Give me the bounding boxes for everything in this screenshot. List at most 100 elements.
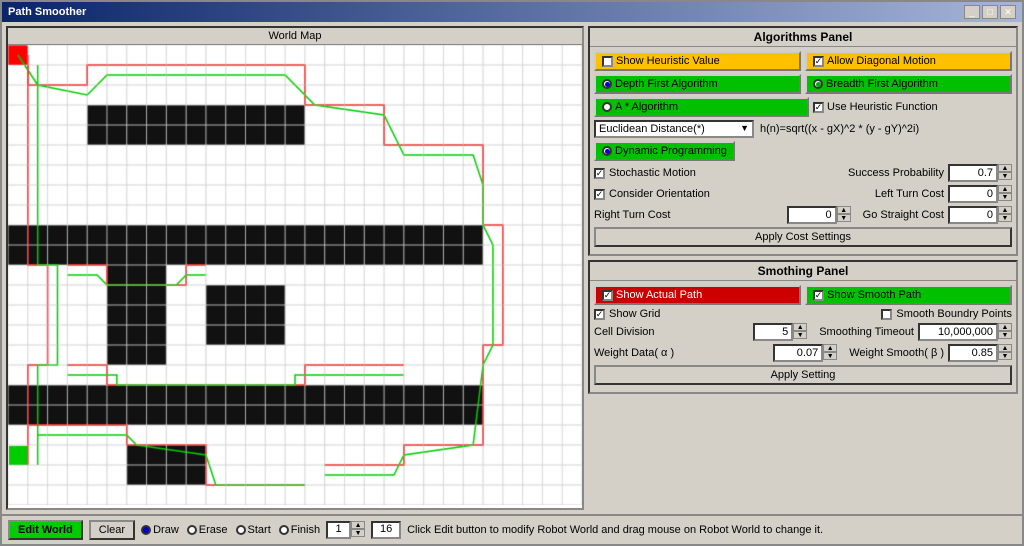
- success-probability-up[interactable]: ▲: [998, 164, 1012, 172]
- breadth-first-btn[interactable]: Breadth First Algorithm: [805, 74, 1012, 94]
- right-turn-cost-input-group: 0 ▲ ▼: [787, 206, 851, 224]
- show-smooth-path-label: Show Smooth Path: [827, 289, 921, 301]
- smoothing-timeout-spinner: ▲ ▼: [998, 323, 1012, 341]
- cell-division-up[interactable]: ▲: [793, 323, 807, 331]
- weight-data-input[interactable]: 0.07: [773, 344, 823, 362]
- draw-radio[interactable]: [141, 525, 151, 535]
- a-star-radio[interactable]: [602, 102, 612, 112]
- erase-radio-item[interactable]: Erase: [187, 524, 228, 536]
- depth-first-radio[interactable]: [602, 79, 612, 89]
- right-turn-cost-input[interactable]: 0: [787, 206, 837, 224]
- smoothing-timeout-input-group: 10,000,000 ▲ ▼: [918, 323, 1012, 341]
- algo-row-5: Dynamic Programming: [594, 141, 1012, 161]
- success-probability-input[interactable]: 0.7: [948, 164, 998, 182]
- cell-division-label: Cell Division: [594, 326, 749, 338]
- weight-data-spinner: ▲ ▼: [823, 344, 837, 362]
- weight-smooth-up[interactable]: ▲: [998, 344, 1012, 352]
- counter-up[interactable]: ▲: [351, 521, 365, 529]
- depth-first-label: Depth First Algorithm: [615, 78, 718, 90]
- show-actual-path-checkbox[interactable]: [602, 290, 613, 301]
- minimize-button[interactable]: _: [964, 5, 980, 19]
- erase-radio[interactable]: [187, 525, 197, 535]
- smoothing-timeout-down[interactable]: ▼: [998, 331, 1012, 339]
- counter-input-group: 1 ▲ ▼: [326, 521, 365, 539]
- smooth-row-apply: Apply Setting: [594, 365, 1012, 385]
- consider-orientation-label: Consider Orientation: [609, 188, 871, 200]
- weight-data-down[interactable]: ▼: [823, 352, 837, 360]
- weight-smooth-spinner: ▲ ▼: [998, 344, 1012, 362]
- cell-division-spinner: ▲ ▼: [793, 323, 807, 341]
- world-map-title: World Map: [8, 28, 582, 45]
- weight-data-up[interactable]: ▲: [823, 344, 837, 352]
- algo-row-3: A * Algorithm Use Heuristic Function: [594, 97, 1012, 117]
- left-turn-cost-down[interactable]: ▼: [998, 193, 1012, 201]
- clear-button[interactable]: Clear: [89, 520, 135, 540]
- depth-first-btn[interactable]: Depth First Algorithm: [594, 74, 801, 94]
- left-turn-cost-label: Left Turn Cost: [875, 188, 944, 200]
- show-smooth-path-checkbox[interactable]: [813, 290, 824, 301]
- finish-radio[interactable]: [279, 525, 289, 535]
- counter-input[interactable]: 1: [326, 521, 351, 539]
- stochastic-motion-checkbox[interactable]: [594, 168, 605, 179]
- apply-setting-button[interactable]: Apply Setting: [594, 365, 1012, 385]
- show-heuristic-label: Show Heuristic Value: [616, 55, 720, 67]
- cell-division-input[interactable]: 5: [753, 323, 793, 341]
- main-content: World Map Algorithms Panel Show Heuristi…: [2, 22, 1022, 514]
- erase-label: Erase: [199, 524, 228, 536]
- breadth-first-radio[interactable]: [813, 79, 823, 89]
- edit-world-button[interactable]: Edit World: [8, 520, 83, 540]
- algo-row-7: Consider Orientation Left Turn Cost 0 ▲ …: [594, 185, 1012, 203]
- allow-diagonal-label: Allow Diagonal Motion: [827, 55, 936, 67]
- algo-row-apply: Apply Cost Settings: [594, 227, 1012, 247]
- allow-diagonal-checkbox[interactable]: [813, 56, 824, 67]
- distance-dropdown[interactable]: Euclidean Distance(*) ▼: [594, 120, 754, 138]
- show-smooth-path-btn[interactable]: Show Smooth Path: [805, 285, 1012, 305]
- algo-row-1: Show Heuristic Value Allow Diagonal Moti…: [594, 51, 1012, 71]
- apply-cost-settings-button[interactable]: Apply Cost Settings: [594, 227, 1012, 247]
- show-heuristic-btn[interactable]: Show Heuristic Value: [594, 51, 801, 71]
- go-straight-up[interactable]: ▲: [998, 206, 1012, 214]
- counter-down[interactable]: ▼: [351, 529, 365, 537]
- smoothing-timeout-up[interactable]: ▲: [998, 323, 1012, 331]
- right-turn-cost-up[interactable]: ▲: [837, 206, 851, 214]
- dropdown-label: Euclidean Distance(*): [599, 123, 705, 135]
- go-straight-spinner: ▲ ▼: [998, 206, 1012, 224]
- start-radio-item[interactable]: Start: [236, 524, 271, 536]
- counter-max-input[interactable]: 16: [371, 521, 401, 539]
- smoothing-timeout-input[interactable]: 10,000,000: [918, 323, 998, 341]
- dynamic-programming-radio[interactable]: [602, 146, 612, 156]
- success-probability-down[interactable]: ▼: [998, 172, 1012, 180]
- restore-button[interactable]: □: [982, 5, 998, 19]
- cell-division-down[interactable]: ▼: [793, 331, 807, 339]
- right-turn-cost-label: Right Turn Cost: [594, 209, 783, 221]
- success-probability-input-group: 0.7 ▲ ▼: [948, 164, 1012, 182]
- use-heuristic-row: Use Heuristic Function: [813, 101, 1012, 113]
- show-grid-label: Show Grid: [609, 308, 877, 320]
- go-straight-down[interactable]: ▼: [998, 214, 1012, 222]
- show-heuristic-checkbox[interactable]: [602, 56, 613, 67]
- dropdown-arrow-icon: ▼: [740, 123, 749, 135]
- left-turn-cost-input[interactable]: 0: [948, 185, 998, 203]
- a-star-btn[interactable]: A * Algorithm: [594, 97, 809, 117]
- finish-radio-item[interactable]: Finish: [279, 524, 320, 536]
- formula-text: h(n)=sqrt((x - gX)^2 * (y - gY)^2i): [758, 121, 921, 137]
- algo-row-8: Right Turn Cost 0 ▲ ▼ Go Straight Cost 0: [594, 206, 1012, 224]
- left-turn-cost-input-group: 0 ▲ ▼: [948, 185, 1012, 203]
- use-heuristic-checkbox[interactable]: [813, 102, 824, 113]
- smooth-boundary-checkbox[interactable]: [881, 309, 892, 320]
- a-star-label: A * Algorithm: [615, 101, 678, 113]
- show-actual-path-btn[interactable]: Show Actual Path: [594, 285, 801, 305]
- right-turn-cost-down[interactable]: ▼: [837, 214, 851, 222]
- start-radio[interactable]: [236, 525, 246, 535]
- dynamic-programming-btn[interactable]: Dynamic Programming: [594, 141, 735, 161]
- left-turn-cost-up[interactable]: ▲: [998, 185, 1012, 193]
- go-straight-input[interactable]: 0: [948, 206, 998, 224]
- show-grid-checkbox[interactable]: [594, 309, 605, 320]
- weight-smooth-down[interactable]: ▼: [998, 352, 1012, 360]
- weight-smooth-input[interactable]: 0.85: [948, 344, 998, 362]
- close-button[interactable]: ✕: [1000, 5, 1016, 19]
- world-map-canvas-area[interactable]: [8, 45, 582, 508]
- allow-diagonal-btn[interactable]: Allow Diagonal Motion: [805, 51, 1012, 71]
- consider-orientation-checkbox[interactable]: [594, 189, 605, 200]
- draw-radio-item[interactable]: Draw: [141, 524, 179, 536]
